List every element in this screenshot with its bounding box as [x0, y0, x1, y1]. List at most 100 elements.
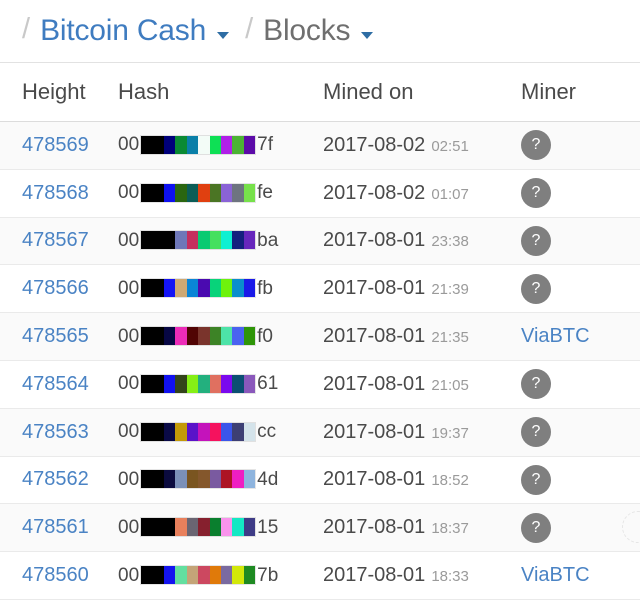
miner-cell[interactable]: ViaBTC [521, 552, 640, 600]
hash-prefix: 00 [118, 229, 140, 251]
hash-color-swatches [140, 373, 257, 394]
miner-cell[interactable]: ? [521, 408, 640, 456]
breadcrumb-item-bitcoin-cash-label[interactable]: Bitcoin Cash [40, 16, 206, 46]
hash-color-swatch [141, 135, 153, 154]
table-row[interactable]: 478568 00 fe 2017-08-02 01:07? [0, 169, 640, 218]
breadcrumb-item-bitcoin-cash[interactable]: Bitcoin Cash [40, 16, 230, 46]
hash-color-swatch [152, 183, 164, 202]
miner-name-link[interactable]: ViaBTC [521, 564, 590, 586]
block-hash-cell[interactable]: 00 7b [118, 552, 323, 600]
table-row[interactable]: 478562 00 4d 2017-08-01 18:52? [0, 456, 640, 504]
hash-color-swatch [163, 470, 176, 489]
hash-suffix: f0 [257, 325, 273, 347]
breadcrumb-item-blocks[interactable]: Blocks [263, 16, 374, 46]
column-header-height[interactable]: Height [0, 63, 118, 122]
unknown-miner-icon[interactable]: ? [521, 130, 551, 161]
column-header-hash[interactable]: Hash [118, 63, 323, 122]
mined-date: 2017-08-01 [323, 277, 426, 300]
column-header-mined-on[interactable]: Mined on [323, 63, 521, 122]
hash-color-swatch [141, 566, 153, 585]
mined-date: 2017-08-01 [323, 516, 426, 539]
block-height-link[interactable]: 478560 [0, 552, 118, 600]
block-hash-cell[interactable]: 00 61 [118, 360, 323, 408]
block-hash-cell[interactable]: 00 fe [118, 169, 323, 217]
block-height-link[interactable]: 478563 [0, 408, 118, 456]
block-height-link[interactable]: 478565 [0, 313, 118, 361]
hash-color-swatch [163, 135, 176, 154]
block-height-link[interactable]: 478567 [0, 217, 118, 265]
table-row[interactable]: 478560 00 7b 2017-08-01 18:33 ViaBTC [0, 551, 640, 600]
hash-color-swatch [175, 279, 187, 298]
block-height-link[interactable]: 478562 [0, 456, 118, 504]
block-hash-cell[interactable]: 00 4d [118, 456, 323, 504]
hash-color-swatch [243, 518, 256, 537]
table-row[interactable]: 478564 00 61 2017-08-01 21:05? [0, 360, 640, 409]
hash-color-swatch [243, 470, 256, 489]
block-hash-cell[interactable]: 00 7f [118, 122, 323, 170]
block-hash-cell[interactable]: 00 ba [118, 217, 323, 265]
miner-cell[interactable]: ? [521, 265, 640, 313]
block-hash-cell[interactable]: 00 f0 [118, 313, 323, 361]
hash-color-swatch [209, 135, 221, 154]
hash-color-swatch [220, 470, 233, 489]
hash-wrapper: 00 fe [118, 182, 273, 203]
hash-color-swatch [186, 231, 199, 250]
breadcrumb: / Bitcoin Cash / Blocks [0, 0, 640, 62]
chevron-down-icon[interactable] [217, 32, 230, 39]
hash-color-swatch [220, 422, 233, 441]
hash-color-swatch [152, 231, 164, 250]
table-row[interactable]: 478563 00 cc 2017-08-01 19:37? [0, 408, 640, 457]
hash-color-swatches [140, 230, 257, 251]
block-height-link[interactable]: 478568 [0, 169, 118, 217]
table-row[interactable]: 478567 00 ba 2017-08-01 23:38? [0, 217, 640, 265]
miner-name-link[interactable]: ViaBTC [521, 325, 590, 347]
mined-on-cell: 2017-08-01 18:37 [323, 504, 521, 552]
unknown-miner-icon[interactable]: ? [521, 512, 551, 543]
block-hash-cell[interactable]: 00 fb [118, 265, 323, 313]
hash-color-swatch [232, 183, 244, 202]
miner-cell[interactable]: ? [521, 360, 640, 408]
hash-color-swatch [141, 422, 153, 441]
mined-time: 21:05 [431, 376, 469, 394]
hash-color-swatch [141, 279, 153, 298]
hash-color-swatch [198, 566, 210, 585]
hash-color-swatch [186, 135, 199, 154]
block-hash-cell[interactable]: 00 cc [118, 408, 323, 456]
miner-cell[interactable]: ? [521, 217, 640, 265]
column-header-miner[interactable]: Miner [521, 63, 640, 122]
chevron-down-icon[interactable] [361, 32, 374, 39]
miner-cell[interactable]: ViaBTC [521, 313, 640, 361]
hash-color-swatch [198, 374, 210, 393]
table-row[interactable]: 478569 00 7f 2017-08-02 02:51? [0, 121, 640, 170]
unknown-miner-icon[interactable]: ? [521, 273, 551, 304]
table-row[interactable]: 478566 00 fb 2017-08-01 21:39? [0, 264, 640, 313]
hash-wrapper: 00 15 [118, 517, 278, 538]
unknown-miner-icon[interactable]: ? [521, 178, 551, 209]
hash-color-swatch [232, 470, 244, 489]
unknown-miner-icon[interactable]: ? [521, 417, 551, 448]
table-row[interactable]: 478565 00 f0 2017-08-01 21:35 ViaBTC [0, 312, 640, 361]
miner-cell[interactable]: ? [521, 456, 640, 504]
miner-cell[interactable]: ? [521, 169, 640, 217]
miner-cell[interactable]: ? [521, 504, 640, 552]
block-height-link[interactable]: 478569 [0, 122, 118, 170]
table-row[interactable]: 478561 00 15 2017-08-01 18:37? [0, 503, 640, 552]
block-height-link[interactable]: 478561 [0, 504, 118, 552]
hash-color-swatch [209, 566, 221, 585]
hash-prefix: 00 [118, 421, 140, 443]
hash-color-swatch [152, 135, 164, 154]
block-height-link[interactable]: 478566 [0, 265, 118, 313]
miner-cell[interactable]: ? [521, 122, 640, 170]
hash-color-swatch [186, 470, 199, 489]
hash-color-swatch [152, 470, 164, 489]
unknown-miner-icon[interactable]: ? [521, 225, 551, 256]
hash-color-swatch [209, 518, 221, 537]
unknown-miner-icon[interactable]: ? [521, 464, 551, 495]
hash-color-swatch [186, 374, 199, 393]
mined-date: 2017-08-02 [323, 181, 426, 204]
block-hash-cell[interactable]: 00 15 [118, 504, 323, 552]
breadcrumb-item-blocks-label[interactable]: Blocks [263, 16, 350, 46]
unknown-miner-icon[interactable]: ? [521, 369, 551, 400]
hash-suffix: cc [257, 421, 277, 443]
block-height-link[interactable]: 478564 [0, 360, 118, 408]
